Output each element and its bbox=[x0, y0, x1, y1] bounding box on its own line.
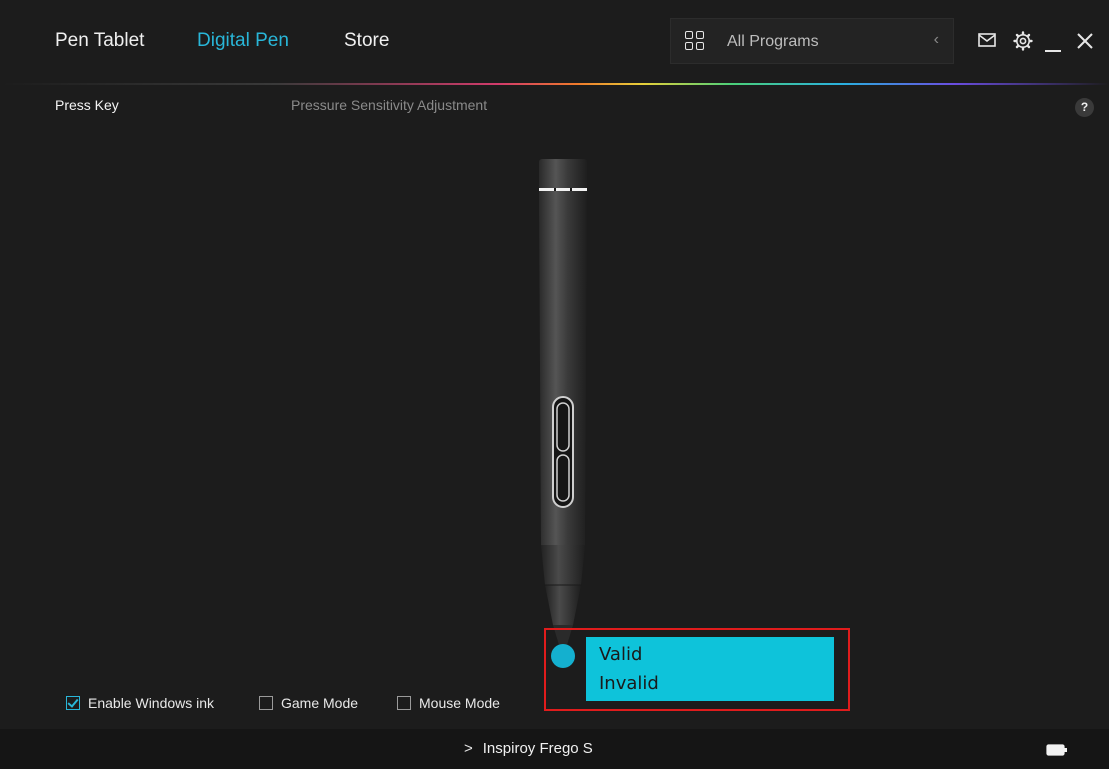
windows-ink-checkbox[interactable]: Enable Windows ink bbox=[66, 692, 214, 714]
tab-pen-tablet[interactable]: Pen Tablet bbox=[55, 30, 144, 52]
chevron-right-icon: > bbox=[464, 740, 473, 757]
checkbox-icon[interactable] bbox=[259, 696, 273, 710]
tab-digital-pen[interactable]: Digital Pen bbox=[197, 30, 289, 52]
sub-navigation: Press Key Pressure Sensitivity Adjustmen… bbox=[0, 97, 1109, 121]
checkbox-checked-icon[interactable] bbox=[66, 696, 80, 710]
gear-icon[interactable] bbox=[1013, 31, 1033, 56]
tab-press-key[interactable]: Press Key bbox=[55, 97, 119, 113]
pen-tip-indicator[interactable] bbox=[551, 644, 575, 668]
tab-pressure-sensitivity[interactable]: Pressure Sensitivity Adjustment bbox=[291, 97, 487, 113]
search-input[interactable] bbox=[727, 31, 907, 53]
pen-tip-action-menu: Valid Invalid bbox=[586, 637, 834, 701]
mouse-mode-checkbox[interactable]: Mouse Mode bbox=[397, 692, 500, 714]
help-button[interactable]: ? bbox=[1075, 98, 1094, 117]
game-mode-checkbox[interactable]: Game Mode bbox=[259, 692, 358, 714]
device-name: Inspiroy Frego S bbox=[482, 740, 593, 757]
status-bar: > Inspiroy Frego S bbox=[0, 729, 1109, 769]
device-selector[interactable]: > Inspiroy Frego S bbox=[464, 740, 593, 757]
windows-ink-label: Enable Windows ink bbox=[88, 695, 215, 711]
header-divider bbox=[0, 83, 1109, 85]
tab-store[interactable]: Store bbox=[344, 30, 389, 52]
checkbox-icon[interactable] bbox=[397, 696, 411, 710]
menu-item-invalid[interactable]: Invalid bbox=[586, 669, 834, 698]
mouse-mode-label: Mouse Mode bbox=[419, 695, 500, 711]
battery-icon bbox=[1046, 743, 1068, 756]
mail-icon[interactable] bbox=[978, 32, 996, 53]
chevron-left-icon[interactable]: ‹ bbox=[934, 31, 939, 49]
close-icon[interactable] bbox=[1076, 32, 1094, 55]
grid-icon bbox=[685, 31, 705, 51]
game-mode-label: Game Mode bbox=[281, 695, 359, 711]
top-bar: Pen Tablet Digital Pen Store ‹ bbox=[0, 0, 1109, 84]
menu-item-valid[interactable]: Valid bbox=[586, 640, 834, 669]
pen-illustration bbox=[525, 155, 605, 675]
pen-tip-action-popup: Valid Invalid bbox=[544, 628, 850, 711]
minimize-icon[interactable] bbox=[1044, 40, 1062, 58]
program-search[interactable]: ‹ bbox=[670, 18, 954, 64]
